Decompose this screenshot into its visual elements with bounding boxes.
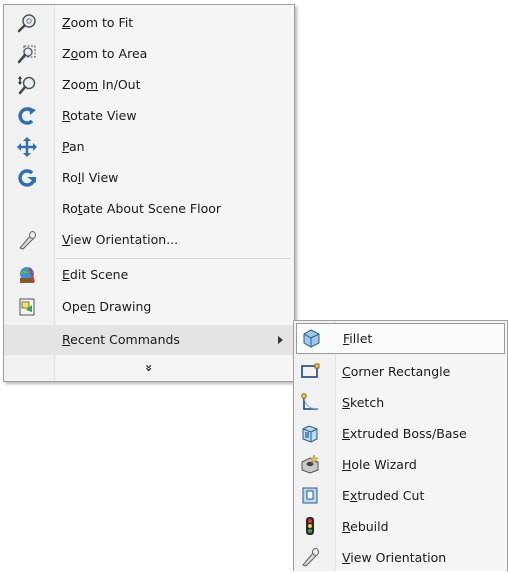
menu-item-open-drawing[interactable]: Open Drawing	[4, 292, 294, 322]
submenu-item-hole-wizard[interactable]: Hole Wizard	[294, 449, 507, 480]
submenu-item-sketch[interactable]: Sketch	[294, 387, 507, 418]
rotate-view-icon	[17, 106, 37, 126]
zoom-in-out-icon	[17, 75, 37, 95]
menu-item-pan[interactable]: Pan	[4, 132, 294, 162]
menu-item-label: Zoom to Fit	[62, 15, 134, 30]
menu-item-label: View Orientation	[342, 550, 447, 565]
open-drawing-icon	[17, 297, 37, 317]
menu-item-label: Rotate View	[62, 108, 137, 123]
menu-item-label: Rebuild	[342, 519, 389, 534]
menu-item-label: Zoom to Area	[62, 46, 148, 61]
menu-item-label: Rotate About Scene Floor	[62, 201, 222, 216]
view-orientation-icon	[300, 547, 320, 567]
submenu-item-view-orientation[interactable]: View Orientation	[294, 542, 507, 573]
menu-item-roll-view[interactable]: Roll View	[4, 163, 294, 193]
rebuild-icon	[300, 516, 320, 536]
menu-item-label: Zoom In/Out	[62, 77, 141, 92]
menu-item-label: Roll View	[62, 170, 119, 185]
sketch-icon	[300, 392, 320, 412]
hole-wizard-icon	[300, 454, 320, 474]
extruded-cut-icon	[300, 485, 320, 505]
menu-item-view-orientation[interactable]: View Orientation...	[4, 225, 294, 255]
extruded-boss-icon	[300, 423, 320, 443]
fillet-icon	[301, 328, 321, 348]
menu-item-edit-scene[interactable]: Edit Scene	[4, 260, 294, 290]
menu-item-label: Edit Scene	[62, 267, 129, 282]
menu-item-rotate-about-scene-floor[interactable]: Rotate About Scene Floor	[4, 194, 294, 224]
menu-item-label: Open Drawing	[62, 299, 152, 314]
submenu-item-extruded-boss-base[interactable]: Extruded Boss/Base	[294, 418, 507, 449]
expand-more-button[interactable]: »	[4, 356, 294, 380]
menu-item-label: Extruded Boss/Base	[342, 426, 467, 441]
context-menu: Zoom to Fit Zoom to Area Zoom In/Out Rot…	[3, 4, 295, 382]
menu-item-label: Extruded Cut	[342, 488, 425, 503]
menu-item-zoom-to-area[interactable]: Zoom to Area	[4, 39, 294, 69]
menu-item-label: Pan	[62, 139, 85, 154]
view-orientation-icon	[17, 230, 37, 250]
menu-item-recent-commands[interactable]: Recent Commands	[4, 325, 294, 355]
submenu-item-corner-rectangle[interactable]: Corner Rectangle	[294, 356, 507, 387]
menu-item-label: Corner Rectangle	[342, 364, 451, 379]
menu-item-zoom-to-fit[interactable]: Zoom to Fit	[4, 8, 294, 38]
roll-view-icon	[17, 168, 37, 188]
corner-rectangle-icon	[300, 361, 320, 381]
zoom-to-fit-icon	[17, 13, 37, 33]
menu-item-label: Hole Wizard	[342, 457, 417, 472]
submenu-arrow-icon	[278, 336, 283, 344]
submenu-item-rebuild[interactable]: Rebuild	[294, 511, 507, 542]
menu-item-zoom-in-out[interactable]: Zoom In/Out	[4, 70, 294, 100]
submenu-item-extruded-cut[interactable]: Extruded Cut	[294, 480, 507, 511]
menu-item-label: Fillet	[343, 331, 373, 346]
separator	[56, 258, 291, 259]
menu-item-rotate-view[interactable]: Rotate View	[4, 101, 294, 131]
pan-icon	[17, 137, 37, 157]
edit-scene-icon	[17, 265, 37, 285]
menu-item-label: Sketch	[342, 395, 385, 410]
submenu-item-fillet[interactable]: Fillet	[296, 323, 505, 354]
zoom-to-area-icon	[17, 44, 37, 64]
menu-item-label: Recent Commands	[62, 332, 180, 347]
double-chevron-down-icon: »	[141, 364, 156, 372]
menu-item-label: View Orientation...	[62, 232, 179, 247]
recent-commands-submenu: Fillet Corner Rectangle Sketch Extruded …	[293, 320, 508, 571]
